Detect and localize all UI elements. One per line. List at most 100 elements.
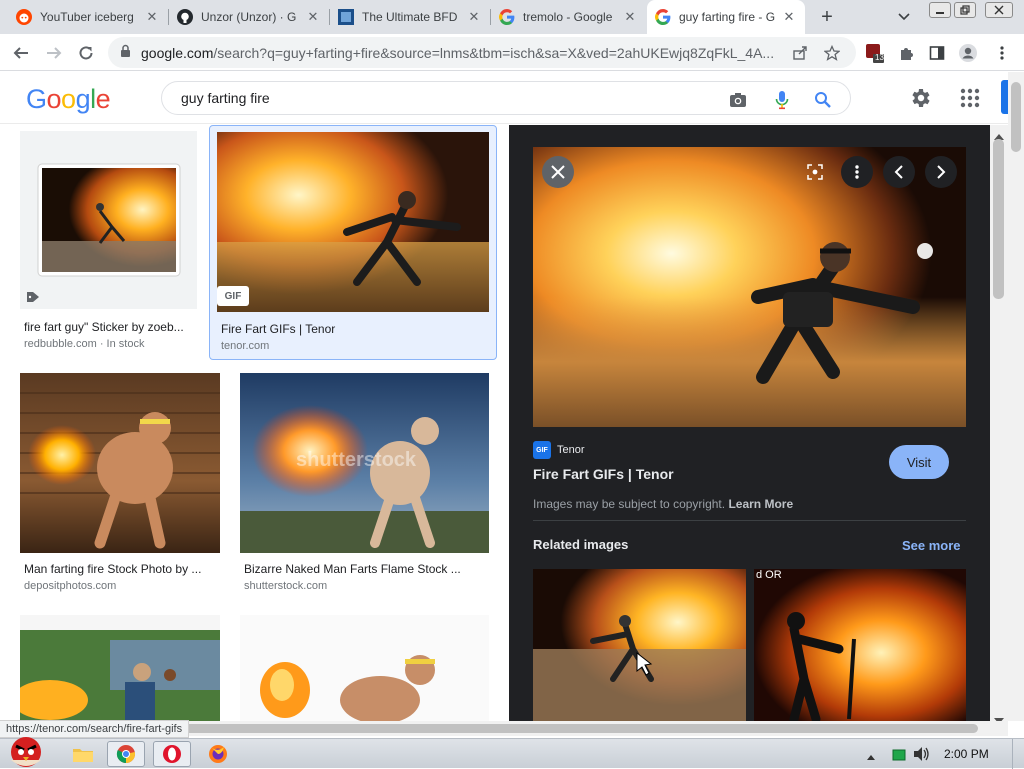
more-vertical-icon[interactable]	[992, 43, 1012, 63]
tray-expand-icon[interactable]	[866, 748, 876, 766]
preview-image[interactable]	[533, 147, 966, 427]
google-icon	[655, 9, 671, 25]
result-caption[interactable]: fire fart guy" Sticker by zoeb...	[24, 320, 197, 334]
close-preview-button[interactable]	[542, 156, 574, 188]
preview-source-name: Tenor	[557, 444, 585, 456]
close-icon[interactable]: ✕	[466, 9, 482, 25]
tab-youtuber-iceberg[interactable]: YouTuber iceberg ✕	[8, 0, 168, 34]
tab-github-unzor[interactable]: Unzor (Unzor) · G ✕	[169, 0, 329, 34]
image-results-grid: fire fart guy" Sticker by zoeb... redbub…	[0, 125, 509, 721]
result-thumbnail[interactable]	[240, 615, 489, 721]
result-card[interactable]	[240, 615, 489, 721]
result-card[interactable]	[20, 615, 220, 721]
panel-scrollbar[interactable]	[990, 125, 1008, 724]
logo-letter: o	[61, 84, 76, 114]
taskbar-clock[interactable]: 2:00 PM	[944, 747, 989, 761]
file-explorer-icon[interactable]	[64, 741, 102, 767]
more-options-icon[interactable]	[841, 156, 873, 188]
firefox-taskbar-icon[interactable]	[199, 741, 237, 767]
start-button-angry-bird-icon[interactable]	[2, 731, 50, 769]
share-icon[interactable]	[790, 43, 810, 63]
account-button[interactable]	[1001, 80, 1008, 114]
browser-toolbar: google.com/search?q=guy+farting+fire&sou…	[0, 34, 1024, 71]
search-icon[interactable]	[813, 90, 833, 110]
search-query-text: guy farting fire	[181, 90, 270, 106]
site-icon	[338, 9, 354, 25]
forward-arrow-icon[interactable]	[40, 39, 68, 67]
new-tab-button[interactable]: +	[815, 5, 839, 29]
logo-letter: o	[46, 84, 62, 114]
result-thumbnail[interactable]	[20, 615, 220, 721]
reload-icon[interactable]	[72, 39, 100, 67]
search-input[interactable]: guy farting fire	[161, 81, 851, 115]
restore-button[interactable]	[954, 2, 976, 18]
tab-tremolo[interactable]: tremolo - Google ✕	[491, 0, 646, 34]
result-thumbnail[interactable]: shutterstock	[240, 373, 489, 553]
tab-title: Unzor (Unzor) · G	[201, 10, 297, 24]
page-scrollbar[interactable]	[1008, 72, 1024, 721]
url-path: /search?q=guy+farting+fire&source=lnms&t…	[213, 44, 775, 61]
close-icon[interactable]: ✕	[622, 9, 638, 25]
result-card[interactable]: Man farting fire Stock Photo by ... depo…	[20, 373, 220, 595]
close-icon[interactable]: ✕	[781, 9, 797, 25]
volume-icon[interactable]	[913, 746, 931, 767]
scrollbar-thumb[interactable]	[1011, 82, 1021, 152]
result-card-selected[interactable]: GIF Fire Fart GIFs | Tenor tenor.com	[209, 125, 497, 360]
scrollbar-thumb[interactable]	[993, 139, 1004, 299]
related-image[interactable]: d OR	[754, 569, 966, 721]
preview-title[interactable]: Fire Fart GIFs | Tenor	[533, 466, 674, 482]
side-panel-icon[interactable]	[927, 43, 947, 63]
close-window-button[interactable]	[985, 2, 1013, 18]
visit-button[interactable]: Visit	[889, 445, 949, 479]
extension-badge-icon[interactable]: 13	[864, 43, 884, 63]
result-card[interactable]: fire fart guy" Sticker by zoeb... redbub…	[20, 131, 197, 351]
puzzle-extensions-icon[interactable]	[896, 43, 916, 63]
lens-search-icon[interactable]	[799, 156, 831, 188]
result-thumbnail[interactable]	[217, 132, 489, 312]
chevron-down-icon[interactable]	[893, 6, 915, 28]
copyright-notice: Images may be subject to copyright. Lear…	[533, 497, 793, 511]
close-icon[interactable]: ✕	[305, 9, 321, 25]
close-icon[interactable]: ✕	[144, 9, 160, 25]
extension-badge-count: 13	[875, 53, 884, 62]
bookmark-star-icon[interactable]	[822, 43, 842, 63]
related-image[interactable]	[533, 569, 746, 721]
result-card[interactable]: shutterstock Bizarre Naked Man Farts Fla…	[240, 373, 489, 595]
related-images-heading: Related images	[533, 537, 629, 552]
address-bar[interactable]: google.com/search?q=guy+farting+fire&sou…	[108, 37, 856, 68]
camera-icon[interactable]	[728, 90, 748, 110]
previous-arrow-icon[interactable]	[883, 156, 915, 188]
result-source: tenor.com	[221, 340, 270, 352]
result-caption[interactable]: Bizarre Naked Man Farts Flame Stock ...	[244, 562, 489, 576]
show-desktop-button[interactable]	[1012, 739, 1024, 769]
see-more-link[interactable]: See more	[902, 538, 961, 553]
back-arrow-icon[interactable]	[7, 39, 35, 67]
google-logo[interactable]: Google	[26, 84, 111, 115]
tab-guy-farting-fire[interactable]: guy farting fire - G ✕	[647, 0, 805, 34]
related-overlay-text: d OR	[756, 569, 782, 581]
gif-badge: GIF	[533, 441, 551, 459]
result-thumbnail[interactable]	[20, 373, 220, 553]
logo-letter: G	[26, 84, 47, 114]
network-icon[interactable]	[892, 748, 906, 766]
minimize-button[interactable]	[929, 2, 951, 18]
preview-source[interactable]: GIF Tenor	[533, 441, 585, 459]
result-thumbnail[interactable]	[20, 131, 197, 309]
chrome-taskbar-icon[interactable]	[107, 741, 145, 767]
result-caption[interactable]: Man farting fire Stock Photo by ...	[24, 562, 220, 576]
profile-avatar-icon[interactable]	[958, 43, 978, 63]
url-host: google.com	[141, 44, 214, 61]
next-arrow-icon[interactable]	[925, 156, 957, 188]
opera-taskbar-icon[interactable]	[153, 741, 191, 767]
learn-more-link[interactable]: Learn More	[728, 497, 793, 511]
reddit-icon	[16, 9, 32, 25]
gif-badge: GIF	[217, 286, 249, 306]
apps-grid-icon[interactable]	[958, 86, 982, 110]
lock-icon[interactable]	[120, 44, 131, 62]
copyright-text: Images may be subject to copyright.	[533, 497, 726, 511]
gear-icon[interactable]	[908, 86, 932, 110]
tab-ultimate-bfd[interactable]: The Ultimate BFD ✕	[330, 0, 490, 34]
preview-panel: GIF Tenor Fire Fart GIFs | Tenor Visit I…	[509, 125, 990, 721]
microphone-icon[interactable]	[772, 90, 792, 110]
result-caption[interactable]: Fire Fart GIFs | Tenor	[221, 322, 491, 336]
